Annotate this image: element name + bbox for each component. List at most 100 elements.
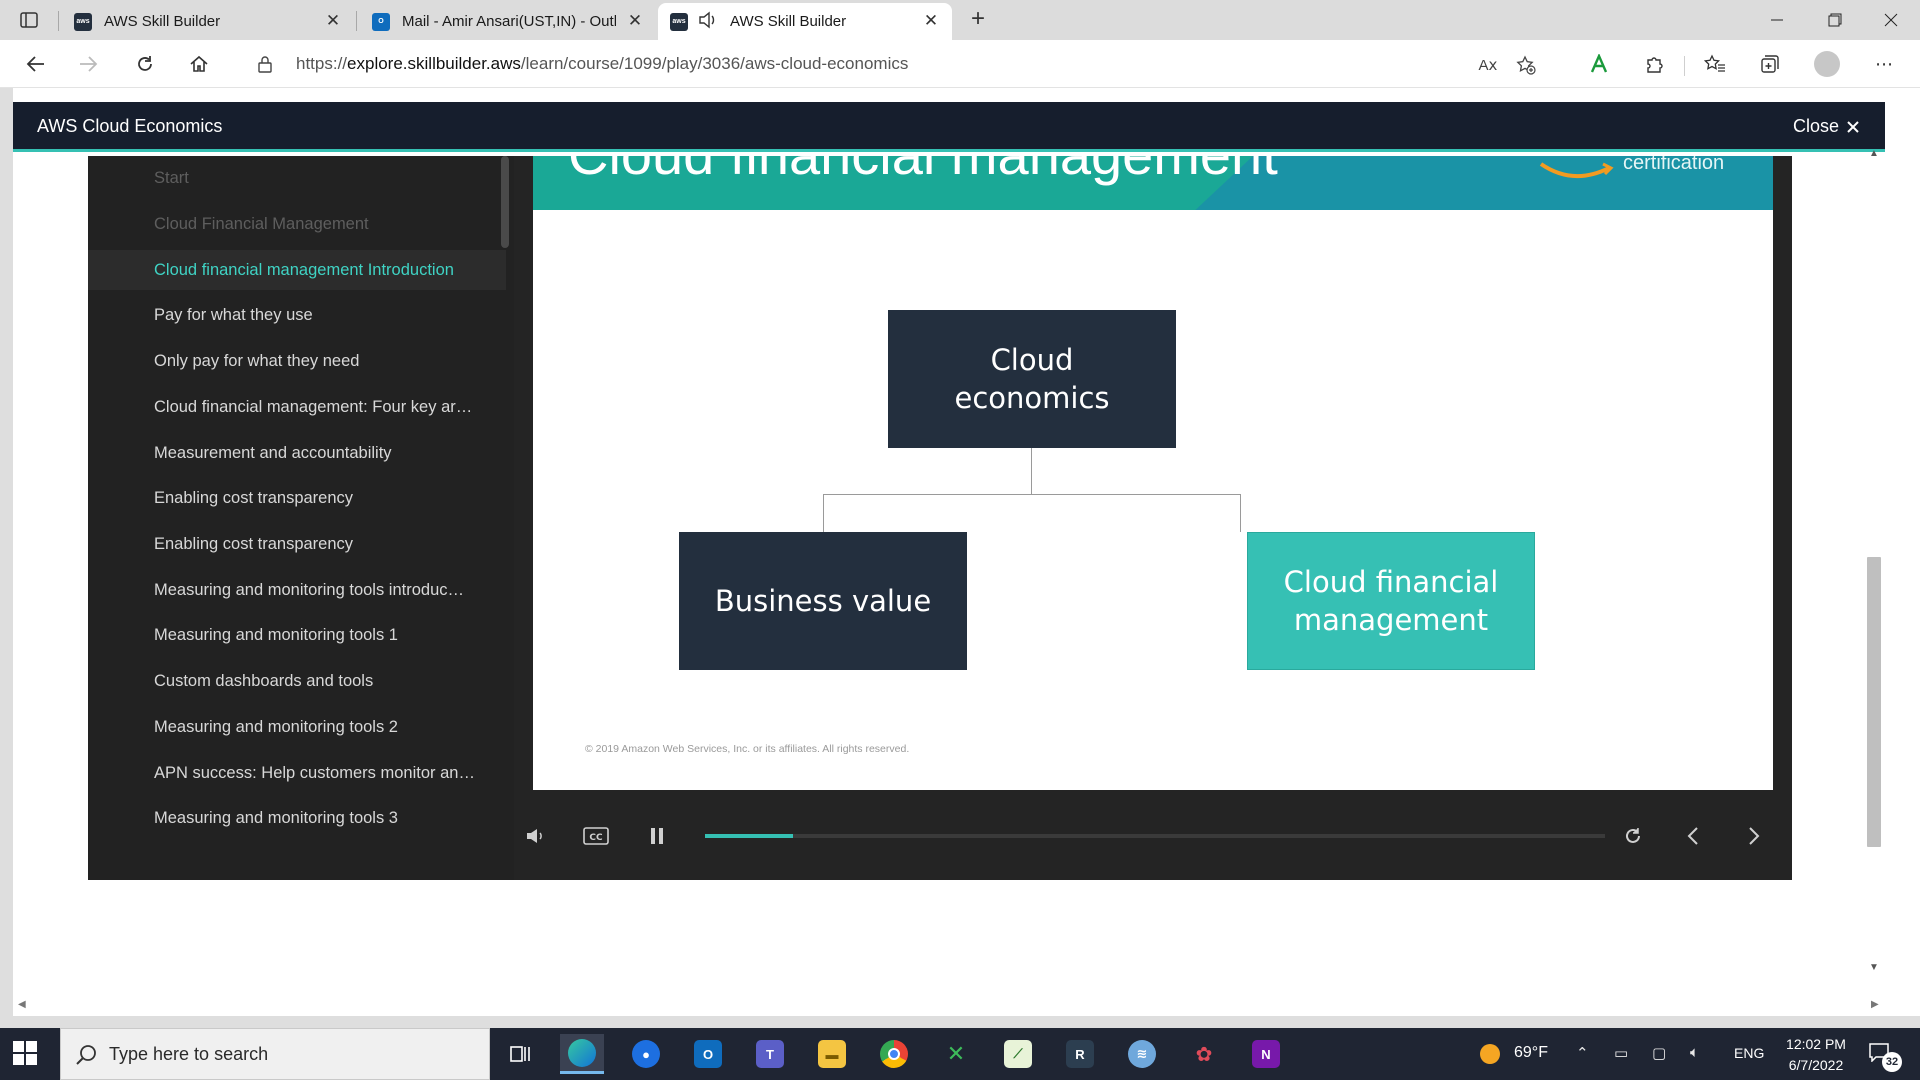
notepad-chart-taskbar-icon[interactable]: ⟋ [996, 1034, 1040, 1074]
tab-aws-skill-builder-1[interactable]: aws AWS Skill Builder ✕ [62, 3, 354, 40]
scroll-left-arrow-icon[interactable]: ◀ [18, 999, 26, 1010]
network-app-taskbar-icon[interactable]: ≋ [1120, 1034, 1164, 1074]
r-app-icon: R [1066, 1040, 1094, 1068]
url-text[interactable]: https://explore.skillbuilder.aws/learn/c… [296, 54, 908, 74]
outline-item[interactable]: Measuring and monitoring tools 1 [88, 615, 506, 655]
next-slide-chevron-icon[interactable] [1741, 823, 1767, 849]
edge-taskbar-icon[interactable] [560, 1034, 604, 1074]
network-icon[interactable]: ▢ [1652, 1044, 1666, 1062]
app-x-taskbar-icon[interactable]: ✕ [934, 1034, 978, 1074]
diagram-node-cloud-financial-management: Cloud financial management [1247, 532, 1535, 670]
refresh-icon[interactable] [130, 50, 160, 78]
volume-tray-icon[interactable]: 🔈︎ [1690, 1044, 1699, 1061]
tab-aws-skill-builder-active[interactable]: aws AWS Skill Builder ✕ [658, 3, 952, 40]
progress-bar[interactable] [705, 834, 1605, 838]
pause-icon[interactable] [644, 823, 670, 849]
battery-icon[interactable]: ▭ [1614, 1044, 1628, 1062]
outlook-favicon-icon: O [372, 12, 390, 31]
maps-taskbar-icon[interactable]: ● [624, 1034, 668, 1074]
tab-separator [356, 11, 357, 31]
speaker-audio-icon[interactable] [698, 11, 718, 33]
certification-badge-text: certification [1623, 156, 1725, 174]
volume-icon[interactable] [523, 823, 549, 849]
replay-icon[interactable] [1620, 823, 1646, 849]
restore-icon[interactable] [1806, 0, 1864, 40]
outline-item[interactable]: Pay for what they use [88, 295, 506, 335]
minimize-icon[interactable] [1748, 0, 1806, 40]
outline-item[interactable]: Custom dashboards and tools [88, 661, 506, 701]
tab-actions-icon[interactable] [14, 8, 44, 32]
outlook-icon: O [694, 1040, 722, 1068]
browser-toolbar: https://explore.skillbuilder.aws/learn/c… [0, 40, 1920, 88]
teams-taskbar-icon[interactable]: T [748, 1034, 792, 1074]
outline-item[interactable]: Enabling cost transparency [88, 478, 506, 518]
outline-item[interactable]: Cloud financial management: Four key ar… [88, 387, 506, 427]
system-clock[interactable]: 12:02 PM 6/7/2022 [1766, 1034, 1866, 1076]
notifications-icon[interactable]: 32 [1868, 1042, 1902, 1072]
onenote-icon: N [1252, 1040, 1280, 1068]
outline-item[interactable]: Measuring and monitoring tools 3 [88, 798, 506, 838]
window-close-icon[interactable] [1862, 0, 1920, 40]
page-scrollbar-thumb[interactable] [1867, 557, 1881, 847]
close-icon[interactable]: ✕ [626, 11, 644, 30]
chevron-up-icon[interactable]: ⌃ [1576, 1044, 1589, 1062]
outline-scrollbar-thumb[interactable] [501, 156, 509, 248]
collections-icon[interactable] [1755, 50, 1785, 78]
chrome-icon [880, 1040, 908, 1068]
outlook-taskbar-icon[interactable]: O [686, 1034, 730, 1074]
web-page: AWS Cloud Economics Close Start Cloud Fi… [0, 88, 1920, 1028]
aws-favicon-icon: aws [670, 12, 688, 31]
outline-item[interactable]: Cloud Financial Management [88, 204, 506, 244]
closed-captions-icon[interactable]: CC [582, 823, 610, 849]
page-vertical-scrollbar[interactable]: ▲ ▼ [1865, 146, 1885, 978]
outline-item[interactable]: Measuring and monitoring tools 2 [88, 707, 506, 747]
forward-arrow-icon[interactable] [74, 50, 104, 78]
outline-item[interactable]: Start [88, 158, 506, 198]
paint-taskbar-icon[interactable]: ✿ [1182, 1034, 1226, 1074]
extension-grammarly-icon[interactable] [1584, 50, 1614, 78]
r-app-taskbar-icon[interactable]: R [1058, 1034, 1102, 1074]
outline-item-active[interactable]: Cloud financial management Introduction [88, 250, 506, 290]
previous-slide-chevron-icon[interactable] [1680, 823, 1706, 849]
language-indicator[interactable]: ENG [1734, 1045, 1764, 1061]
home-icon[interactable] [184, 50, 214, 78]
chrome-taskbar-icon[interactable] [872, 1034, 916, 1074]
address-bar[interactable]: https://explore.skillbuilder.aws/learn/c… [236, 46, 1536, 82]
back-arrow-icon[interactable] [20, 50, 50, 78]
diagram-connector [1240, 494, 1241, 532]
onenote-taskbar-icon[interactable]: N [1244, 1034, 1288, 1074]
more-options-icon[interactable]: ⋯ [1869, 50, 1899, 78]
task-view-icon[interactable] [498, 1034, 542, 1074]
node-label-line: Cloud financial [1283, 565, 1499, 599]
add-favorite-icon[interactable] [1514, 54, 1538, 76]
windows-start-icon[interactable] [12, 1040, 40, 1068]
outline-item[interactable]: Measuring and monitoring tools introduc… [88, 570, 506, 610]
lock-icon[interactable] [258, 55, 272, 78]
slide-heading: Cloud financial management [568, 156, 1278, 187]
profile-avatar-icon[interactable] [1812, 50, 1842, 78]
read-aloud-icon[interactable]: Aⅹ [1476, 54, 1500, 76]
scroll-down-arrow-icon[interactable]: ▼ [1868, 962, 1880, 973]
outline-item[interactable]: Measurement and accountability [88, 433, 506, 473]
scroll-up-arrow-icon[interactable]: ▲ [1868, 148, 1880, 159]
tab-mail-outlook[interactable]: O Mail - Amir Ansari(UST,IN) - Outl ✕ [360, 3, 656, 40]
close-x-icon [1847, 120, 1859, 133]
close-icon[interactable]: ✕ [324, 11, 342, 30]
scroll-right-arrow-icon[interactable]: ▶ [1871, 999, 1879, 1010]
node-label: Business value [714, 584, 932, 618]
taskbar-search-box[interactable]: Type here to search [60, 1028, 490, 1080]
weather-temperature[interactable]: 69°F [1514, 1044, 1548, 1062]
outline-item[interactable]: Enabling cost transparency [88, 524, 506, 564]
close-course-button[interactable]: Close [1793, 116, 1859, 137]
globe-icon: ≋ [1128, 1040, 1156, 1068]
teams-icon: T [756, 1040, 784, 1068]
outline-item[interactable]: APN success: Help customers monitor an… [88, 753, 506, 793]
extensions-puzzle-icon[interactable] [1639, 50, 1669, 78]
outline-item[interactable]: Only pay for what they need [88, 341, 506, 381]
file-explorer-taskbar-icon[interactable]: ▬ [810, 1034, 854, 1074]
progress-fill [705, 834, 794, 838]
close-icon[interactable]: ✕ [922, 11, 940, 30]
weather-sun-icon[interactable] [1478, 1042, 1502, 1070]
new-tab-plus-icon[interactable]: + [964, 7, 992, 32]
favorites-icon[interactable] [1700, 50, 1730, 78]
